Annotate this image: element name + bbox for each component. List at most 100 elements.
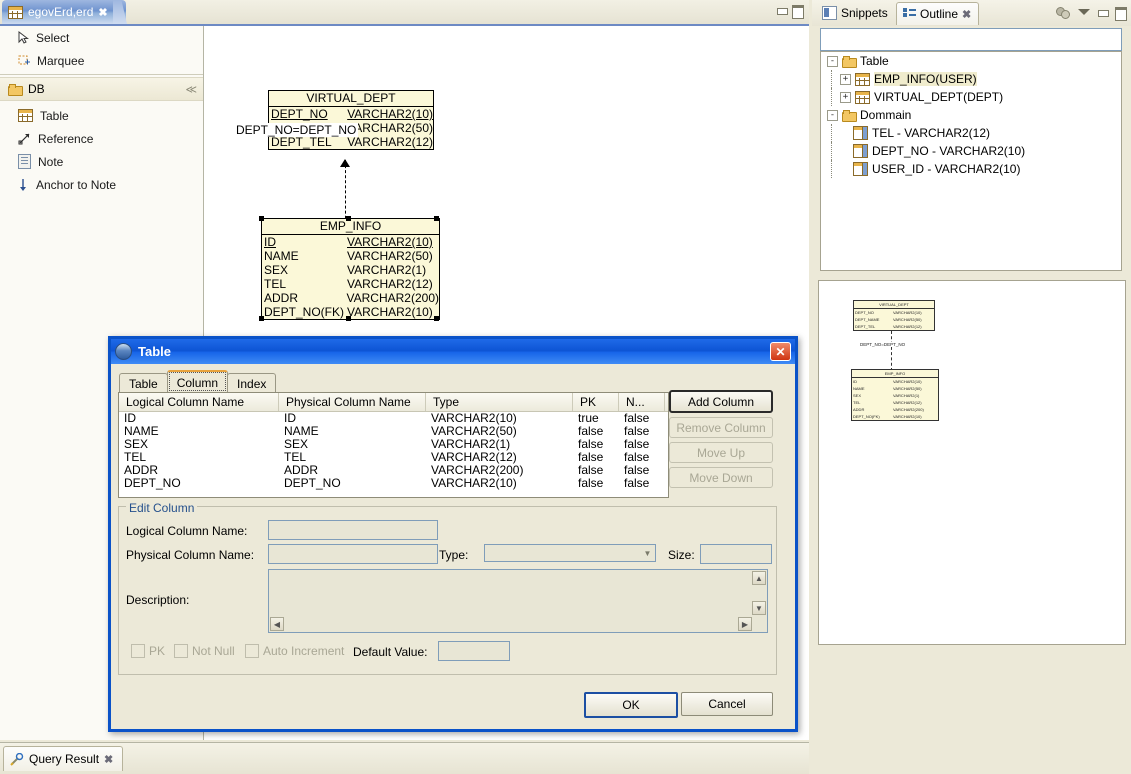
tree-row-domain-tel[interactable]: TEL - VARCHAR2(12) — [821, 124, 1121, 142]
domain-icon — [853, 162, 868, 176]
view-menu-triangle-icon[interactable] — [1078, 9, 1090, 15]
scroll-down-icon[interactable]: ▼ — [752, 601, 766, 615]
erd-table-emp-info[interactable]: EMP_INFO ID VARCHAR2(10) NAME VARCHAR2(5… — [261, 218, 440, 320]
thumbnail-row: DEPT_NO VARCHAR2(10) — [854, 309, 934, 316]
expander-icon[interactable]: + — [840, 92, 851, 103]
table-icon — [855, 73, 870, 86]
thumbnail-col-type: VARCHAR2(12) — [893, 323, 922, 330]
erd-table-virtual-dept[interactable]: VIRTUAL_DEPT DEPT_NO VARCHAR2(10) DEPT_N… — [268, 90, 434, 150]
tree-row-emp-info[interactable]: + EMP_INFO(USER) — [821, 70, 1121, 88]
minimize-icon[interactable] — [1097, 7, 1108, 18]
auto-increment-checkbox[interactable]: Auto Increment — [245, 644, 344, 658]
collapse-icon[interactable]: ≪ — [185, 83, 197, 96]
globe-icon — [115, 343, 132, 360]
description-vertical-scrollbar[interactable]: ▲ ▼ — [752, 571, 766, 617]
checkbox-icon[interactable] — [131, 644, 145, 658]
outline-filter-input[interactable] — [820, 28, 1122, 51]
tree-guide — [827, 70, 840, 88]
palette-item-anchor-to-note[interactable]: Anchor to Note — [0, 173, 203, 196]
selection-handle[interactable] — [346, 316, 351, 321]
pk-checkbox[interactable]: PK — [131, 644, 165, 658]
tree-row-domain-dept-no[interactable]: DEPT_NO - VARCHAR2(10) — [821, 142, 1121, 160]
minimize-icon[interactable] — [776, 5, 787, 16]
cell-physical-name: NAME — [279, 425, 426, 438]
expander-icon[interactable]: + — [840, 74, 851, 85]
palette-item-table[interactable]: Table — [0, 104, 203, 127]
size-input[interactable] — [700, 544, 772, 564]
palette-drawer-db[interactable]: DB ≪ — [0, 77, 203, 101]
cell-physical-name: DEPT_NO — [279, 477, 426, 490]
maximize-icon[interactable] — [1115, 7, 1126, 18]
type-combobox[interactable]: ▼ — [484, 544, 656, 562]
table-row[interactable]: ADDR ADDR VARCHAR2(200) false false — [119, 464, 668, 477]
not-null-checkbox[interactable]: Not Null — [174, 644, 235, 658]
expander-icon[interactable]: - — [827, 110, 838, 121]
sort-dots-icon[interactable] — [1056, 6, 1071, 18]
scroll-left-icon[interactable]: ◀ — [270, 617, 284, 631]
selection-handle[interactable] — [434, 316, 439, 321]
palette-tool-select[interactable]: Select — [0, 26, 203, 49]
tab-index[interactable]: Index — [227, 373, 276, 393]
outline-tree[interactable]: - Table + EMP_INFO(USER) + VIRTUAL_DEPT(… — [820, 51, 1122, 271]
tree-row-table-folder[interactable]: - Table — [821, 52, 1121, 70]
palette-item-reference[interactable]: Reference — [0, 127, 203, 150]
outline-thumbnail-view[interactable]: VIRTUAL_DEPT DEPT_NO VARCHAR2(10) DEPT_N… — [818, 280, 1126, 645]
erd-column-type: VARCHAR2(1) — [347, 263, 426, 277]
tab-query-result[interactable]: Query Result ✖ — [3, 746, 123, 771]
palette-item-note[interactable]: Note — [0, 150, 203, 173]
cell-pk: false — [573, 464, 619, 477]
ok-button[interactable]: OK — [584, 692, 678, 718]
table-row[interactable]: NAME NAME VARCHAR2(50) false false — [119, 425, 668, 438]
scroll-up-icon[interactable]: ▲ — [752, 571, 766, 585]
table-row[interactable]: SEX SEX VARCHAR2(1) false false — [119, 438, 668, 451]
editor-window-controls — [776, 5, 803, 16]
close-icon[interactable]: ✖ — [104, 753, 112, 766]
close-icon[interactable]: ✖ — [98, 6, 106, 19]
chevron-down-icon[interactable]: ▼ — [640, 545, 655, 561]
palette-tool-marquee[interactable]: Marquee — [0, 49, 203, 72]
physical-column-name-input[interactable] — [268, 544, 438, 564]
expander-icon[interactable]: - — [827, 56, 838, 67]
table-row[interactable]: TEL TEL VARCHAR2(12) false false — [119, 451, 668, 464]
table-row[interactable]: ID ID VARCHAR2(10) true false — [119, 412, 668, 425]
grid-header-physical-column-name[interactable]: Physical Column Name — [279, 393, 426, 411]
move-down-button[interactable]: Move Down — [669, 467, 773, 488]
description-horizontal-scrollbar[interactable]: ◀ ▶ — [270, 617, 752, 631]
tab-outline[interactable]: Outline ✖ — [896, 2, 979, 25]
editor-tab-egoverd[interactable]: egovErd,erd ✖ — [2, 0, 126, 24]
remove-column-button[interactable]: Remove Column — [669, 417, 773, 438]
checkbox-icon[interactable] — [174, 644, 188, 658]
close-icon[interactable]: ✖ — [962, 8, 970, 21]
description-textarea[interactable]: ▲ ▼ ◀ ▶ — [268, 569, 768, 633]
default-value-input[interactable] — [438, 641, 510, 661]
selection-handle[interactable] — [259, 216, 264, 221]
tree-label: USER_ID - VARCHAR2(10) — [872, 162, 1020, 176]
tree-row-dommain-folder[interactable]: - Dommain — [821, 106, 1121, 124]
selection-handle[interactable] — [259, 316, 264, 321]
grid-header-logical-column-name[interactable]: Logical Column Name — [119, 393, 279, 411]
outline-view: - Table + EMP_INFO(USER) + VIRTUAL_DEPT(… — [818, 26, 1124, 271]
selection-handle[interactable] — [434, 216, 439, 221]
thumbnail-row: ADDR VARCHAR2(200) — [852, 406, 938, 413]
grid-header-type[interactable]: Type — [426, 393, 573, 411]
tab-column[interactable]: Column — [167, 370, 228, 393]
maximize-icon[interactable] — [792, 5, 803, 16]
add-column-button[interactable]: Add Column — [669, 390, 773, 413]
checkbox-icon[interactable] — [245, 644, 259, 658]
tree-row-domain-user-id[interactable]: USER_ID - VARCHAR2(10) — [821, 160, 1121, 178]
dialog-titlebar[interactable]: Table ✕ — [111, 339, 795, 364]
move-up-button[interactable]: Move Up — [669, 442, 773, 463]
tree-row-virtual-dept[interactable]: + VIRTUAL_DEPT(DEPT) — [821, 88, 1121, 106]
table-row[interactable]: DEPT_NO DEPT_NO VARCHAR2(10) false false — [119, 477, 668, 490]
logical-column-name-input[interactable] — [268, 520, 438, 540]
cancel-button[interactable]: Cancel — [681, 692, 773, 716]
close-button[interactable]: ✕ — [770, 342, 791, 361]
scroll-right-icon[interactable]: ▶ — [738, 617, 752, 631]
grid-header-pk[interactable]: PK — [573, 393, 619, 411]
selection-handle[interactable] — [346, 216, 351, 221]
tab-table[interactable]: Table — [119, 373, 168, 393]
thumbnail-col-type: VARCHAR2(12) — [893, 399, 922, 406]
grid-header-not-null[interactable]: N... — [619, 393, 665, 411]
column-grid[interactable]: Logical Column Name Physical Column Name… — [118, 392, 669, 498]
tab-snippets[interactable]: Snippets — [816, 2, 896, 24]
